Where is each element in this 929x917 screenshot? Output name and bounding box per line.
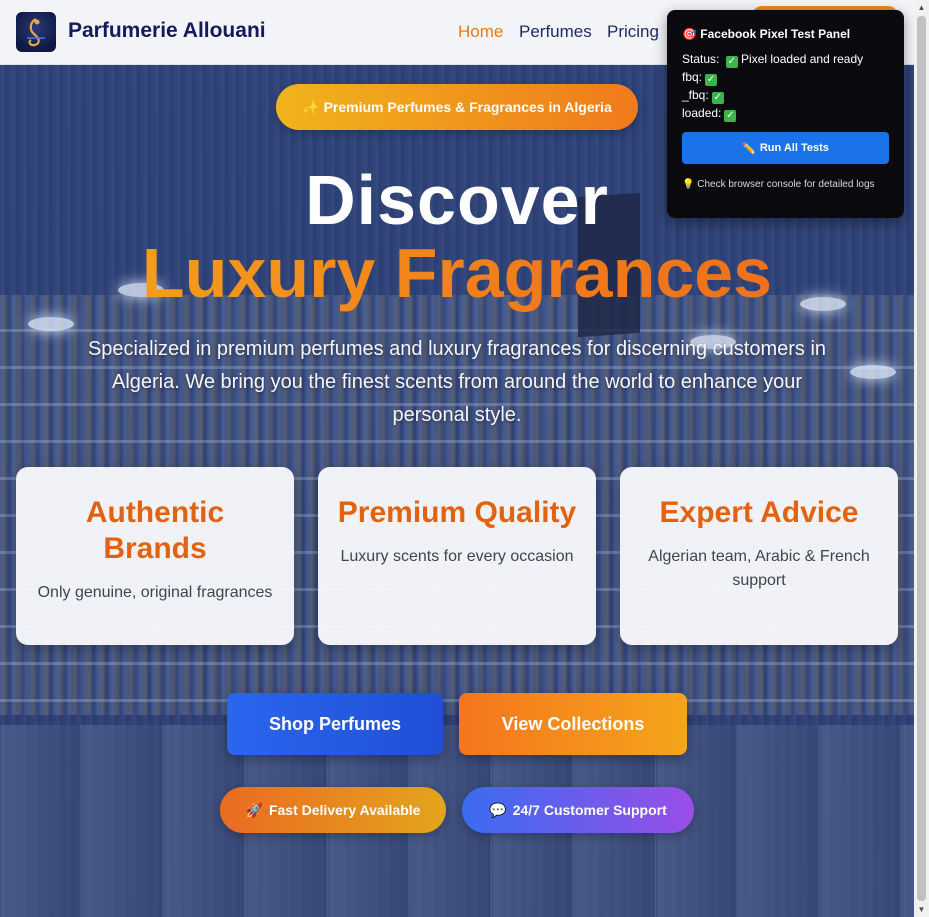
shop-perfumes-button[interactable]: Shop Perfumes: [227, 693, 443, 755]
view-collections-button[interactable]: View Collections: [459, 693, 687, 755]
_fbq-row: _fbq: ✓: [682, 88, 724, 104]
pencil-icon: ✏️: [742, 142, 756, 155]
hero-title-line2: Luxury Fragrances: [0, 233, 914, 313]
check-icon: ✓: [724, 110, 737, 122]
scroll-down-arrow[interactable]: ▼: [914, 902, 929, 917]
panel-hint: 💡 Check browser console for detailed log…: [682, 179, 875, 190]
status-row: Status: ✓ Pixel loaded and ready: [682, 52, 864, 68]
pixel-test-panel: 🎯 Facebook Pixel Test Panel Status: ✓ Pi…: [667, 10, 904, 218]
background-lamp: [28, 317, 74, 331]
logo[interactable]: [16, 12, 56, 52]
nav-perfumes[interactable]: Perfumes: [519, 22, 592, 42]
card-title: Expert Advice: [659, 496, 859, 529]
scroll-up-arrow[interactable]: ▲: [914, 0, 929, 15]
rocket-icon: 🚀: [245, 801, 263, 818]
nav-home[interactable]: Home: [458, 22, 503, 42]
check-icon: ✓: [725, 56, 738, 68]
customer-support-pill[interactable]: 💬 24/7 Customer Support: [462, 787, 694, 833]
perfume-bottle-icon: [27, 18, 45, 47]
target-icon: 🎯: [682, 27, 697, 41]
check-icon: ✓: [711, 92, 724, 104]
panel-title: 🎯 Facebook Pixel Test Panel: [682, 27, 851, 41]
brand-name[interactable]: Parfumerie Allouani: [68, 19, 266, 43]
nav-pricing[interactable]: Pricing: [607, 22, 659, 42]
status-value: Pixel loaded and ready: [741, 52, 864, 66]
hero-subtitle: Specialized in premium perfumes and luxu…: [87, 338, 827, 426]
feature-card-authentic: Authentic Brands Only genuine, original …: [16, 467, 294, 645]
scrollbar-thumb[interactable]: [917, 16, 926, 901]
hero-badge: ✨ Premium Perfumes & Fragrances in Alger…: [276, 84, 638, 130]
fast-delivery-pill[interactable]: 🚀 Fast Delivery Available: [220, 787, 446, 833]
feature-card-advice: Expert Advice Algerian team, Arabic & Fr…: [620, 467, 898, 645]
fbq-row: fbq: ✓: [682, 70, 718, 86]
background-floor: [0, 725, 914, 917]
card-title: Premium Quality: [337, 496, 577, 529]
card-title: Authentic Brands: [85, 496, 225, 565]
loaded-row: loaded: ✓: [682, 106, 737, 122]
run-all-tests-button[interactable]: ✏️ Run All Tests: [682, 132, 889, 164]
card-text: Only genuine, original fragrances: [37, 584, 273, 601]
check-icon: ✓: [705, 74, 718, 86]
speech-bubble-icon: 💬: [489, 801, 507, 818]
card-text: Luxury scents for every occasion: [340, 548, 574, 565]
pill-label: 24/7 Customer Support: [512, 802, 667, 818]
bulb-icon: 💡: [682, 179, 695, 190]
feature-card-quality: Premium Quality Luxury scents for every …: [318, 467, 596, 645]
background-lamp: [850, 365, 896, 379]
card-text: Algerian team, Arabic & French support: [648, 548, 870, 589]
pill-label: Fast Delivery Available: [268, 802, 421, 818]
